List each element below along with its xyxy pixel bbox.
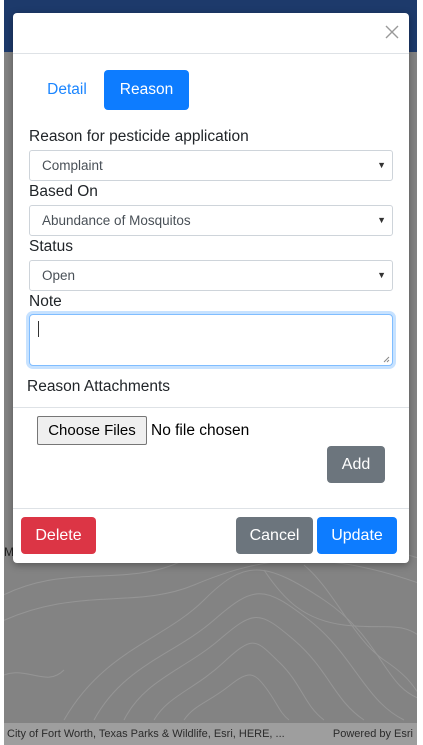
note-textarea[interactable]	[29, 314, 393, 366]
reason-label: Reason for pesticide application	[29, 128, 249, 145]
divider	[13, 407, 409, 408]
reason-modal: Detail Reason Reason for pesticide appli…	[13, 13, 409, 563]
dropdown-caret-icon: ▼	[377, 270, 386, 280]
reason-select-value: Complaint	[42, 158, 103, 173]
based-on-label: Based On	[29, 183, 98, 200]
modal-header	[13, 13, 409, 54]
status-label: Status	[29, 238, 73, 255]
choose-files-button[interactable]: Choose Files	[37, 416, 147, 445]
reason-select[interactable]: Complaint ▼	[29, 150, 393, 181]
add-attachment-button[interactable]: Add	[327, 446, 385, 483]
footer-divider	[13, 508, 409, 509]
text-cursor	[38, 321, 39, 337]
dropdown-caret-icon: ▼	[377, 160, 386, 170]
based-on-select-value: Abundance of Mosquitos	[42, 213, 191, 228]
update-button[interactable]: Update	[317, 517, 397, 554]
resize-grip-icon[interactable]	[383, 356, 390, 363]
map-attribution: City of Fort Worth, Texas Parks & Wildli…	[4, 723, 417, 745]
powered-by-esri[interactable]: Powered by Esri	[333, 723, 413, 745]
close-icon[interactable]	[385, 25, 399, 39]
note-label: Note	[29, 293, 62, 310]
based-on-select[interactable]: Abundance of Mosquitos ▼	[29, 205, 393, 236]
delete-button[interactable]: Delete	[21, 517, 96, 554]
file-status-text: No file chosen	[151, 422, 250, 439]
attachments-label: Reason Attachments	[27, 378, 171, 395]
tab-detail[interactable]: Detail	[33, 70, 101, 110]
status-select[interactable]: Open ▼	[29, 260, 393, 291]
cancel-button[interactable]: Cancel	[236, 517, 313, 554]
attribution-text: City of Fort Worth, Texas Parks & Wildli…	[7, 728, 285, 740]
tab-reason[interactable]: Reason	[104, 70, 189, 110]
dropdown-caret-icon: ▼	[377, 215, 386, 225]
status-select-value: Open	[42, 268, 76, 283]
